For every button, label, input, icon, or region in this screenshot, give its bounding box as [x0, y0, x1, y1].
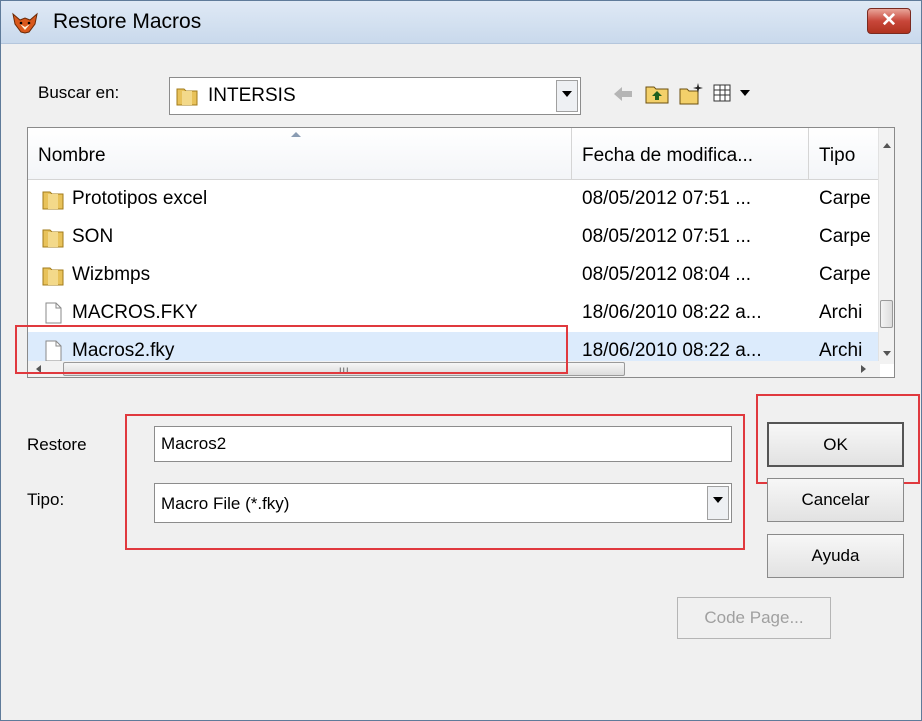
folder-icon	[42, 229, 64, 248]
view-menu-icon[interactable]	[713, 82, 737, 106]
file-row[interactable]: Wizbmps 08/05/2012 08:04 ... Carpe	[28, 256, 880, 294]
folder-icon	[176, 88, 198, 106]
scroll-right-icon[interactable]	[861, 365, 866, 373]
view-dropdown-arrow-icon[interactable]	[739, 88, 751, 98]
column-header-type[interactable]: Tipo	[809, 128, 880, 180]
folder-icon	[42, 267, 64, 286]
tipo-label: Tipo:	[27, 490, 65, 509]
file-date: 18/06/2010 08:22 a...	[582, 302, 762, 323]
scroll-up-icon[interactable]	[883, 143, 891, 148]
look-in-value: INTERSIS	[208, 85, 296, 106]
vertical-scroll-thumb[interactable]	[880, 300, 893, 328]
file-date: 08/05/2012 07:51 ...	[582, 188, 752, 209]
file-row[interactable]: SON 08/05/2012 07:51 ... Carpe	[28, 218, 880, 256]
scroll-down-icon[interactable]	[883, 351, 891, 356]
highlight-filename-fields	[125, 414, 745, 550]
file-type: Carpe	[819, 264, 871, 285]
close-icon: ✕	[881, 10, 897, 31]
file-type: Carpe	[819, 226, 871, 247]
file-type: Archi	[819, 302, 863, 323]
restore-macros-dialog: Restore Macros ✕ Buscar en: INTERSIS Nom…	[0, 0, 922, 721]
fox-app-icon	[12, 12, 38, 34]
file-icon	[45, 302, 62, 324]
close-button[interactable]: ✕	[867, 8, 911, 34]
help-button[interactable]: Ayuda	[767, 534, 904, 578]
code-page-button[interactable]: Code Page...	[677, 597, 831, 639]
file-name: SON	[72, 226, 114, 247]
highlight-selected-file	[15, 325, 568, 374]
file-type: Carpe	[819, 188, 871, 209]
file-name: Wizbmps	[72, 264, 151, 285]
highlight-ok-button	[756, 394, 920, 484]
vertical-scrollbar[interactable]	[878, 128, 894, 364]
restore-label: Restore	[27, 435, 87, 454]
look-in-dropdown-button[interactable]	[556, 80, 578, 112]
up-folder-icon[interactable]	[645, 82, 669, 106]
file-name: Prototipos excel	[72, 188, 208, 209]
title-bar[interactable]: Restore Macros ✕	[1, 1, 921, 44]
back-arrow-icon[interactable]	[611, 82, 635, 106]
folder-icon	[42, 191, 64, 210]
cancel-button[interactable]: Cancelar	[767, 478, 904, 522]
sort-ascending-icon	[291, 132, 301, 137]
window-title: Restore Macros	[53, 10, 202, 33]
column-header-date[interactable]: Fecha de modifica...	[572, 128, 809, 180]
look-in-combo[interactable]: INTERSIS	[169, 77, 581, 115]
file-date: 08/05/2012 07:51 ...	[582, 226, 752, 247]
file-row[interactable]: Prototipos excel 08/05/2012 07:51 ... Carp…	[28, 180, 880, 218]
file-date: 08/05/2012 08:04 ...	[582, 264, 752, 285]
look-in-label: Buscar en:	[38, 83, 120, 102]
new-folder-icon[interactable]	[679, 82, 703, 106]
